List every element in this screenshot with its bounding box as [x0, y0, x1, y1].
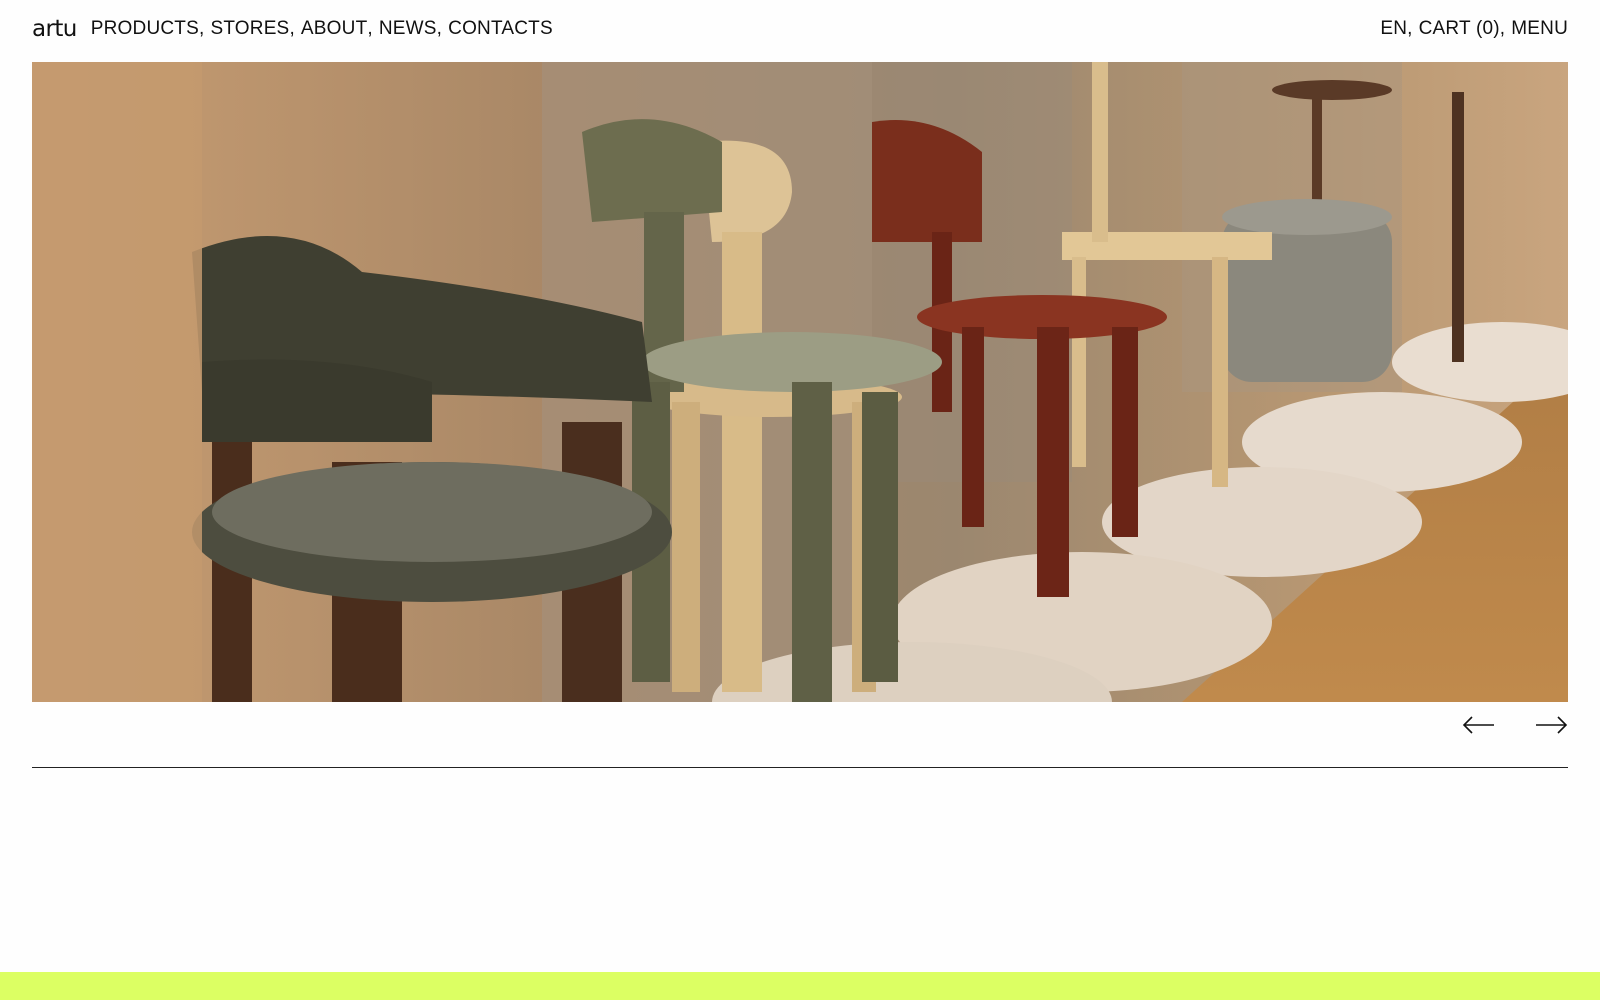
hero-image — [32, 62, 1568, 702]
main-nav: PRODUCTS, STORES, ABOUT, NEWS, CONTACTS — [91, 18, 553, 40]
carousel-controls — [1462, 712, 1568, 738]
arrow-left-icon — [1462, 716, 1494, 734]
nav-item-about[interactable]: ABOUT — [301, 18, 367, 40]
nav-item-contacts[interactable]: CONTACTS — [448, 18, 553, 40]
site-header: artu PRODUCTS, STORES, ABOUT, NEWS, CONT… — [32, 14, 1568, 44]
nav-item-stores[interactable]: STORES — [210, 18, 289, 40]
language-switch[interactable]: EN — [1380, 18, 1407, 40]
nav-item-news[interactable]: NEWS — [379, 18, 437, 40]
header-left: artu PRODUCTS, STORES, ABOUT, NEWS, CONT… — [32, 17, 553, 41]
nav-separator: , — [289, 18, 295, 39]
header-right: EN, CART (0), MENU — [1380, 18, 1568, 40]
nav-item-products[interactable]: PRODUCTS — [91, 18, 199, 40]
cart-link[interactable]: CART (0) — [1419, 18, 1500, 40]
section-divider — [32, 767, 1568, 768]
hero-illustration — [32, 62, 1568, 702]
nav-separator: , — [1407, 18, 1413, 39]
carousel-prev-button[interactable] — [1462, 712, 1496, 738]
nav-separator: , — [436, 18, 443, 39]
nav-separator: , — [198, 18, 205, 39]
brand-logo[interactable]: artu — [32, 17, 77, 41]
nav-separator: , — [367, 18, 373, 39]
nav-separator: , — [1499, 18, 1506, 39]
menu-button[interactable]: MENU — [1511, 18, 1568, 40]
carousel-next-button[interactable] — [1534, 712, 1568, 738]
arrow-right-icon — [1536, 716, 1568, 734]
accent-footer-band — [0, 972, 1600, 1000]
